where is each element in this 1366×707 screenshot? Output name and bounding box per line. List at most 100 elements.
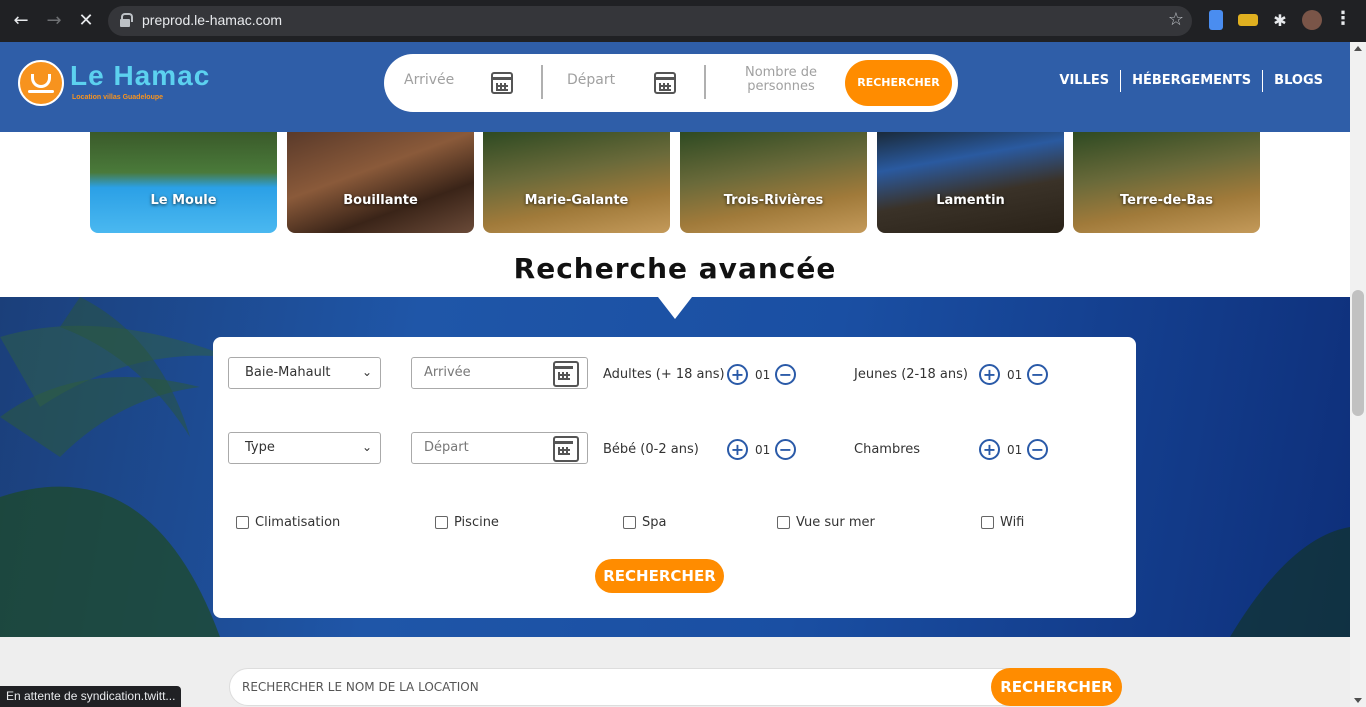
city-card-label: Le Moule [150,193,217,208]
nav-item-blogs[interactable]: BLOGS [1262,70,1350,92]
quick-persons-field[interactable]: Nombre de personnes [736,66,826,94]
forward-arrow-icon[interactable]: → [42,9,66,33]
city-cards: Le Moule Bouillante Marie-Galante Trois-… [90,132,1260,233]
name-search-button[interactable]: RECHERCHER [991,668,1122,706]
site-header: Le Hamac Location villas Guadeloupe Arri… [0,42,1350,132]
browser-status-bar: En attente de syndication.twitt... [0,686,182,707]
logo-hammock-icon[interactable] [18,60,64,106]
type-select-value: Type [245,440,275,455]
url-text[interactable]: preprod.le-hamac.com [142,12,282,28]
calendar-icon[interactable] [654,72,676,94]
amenity-label: Climatisation [255,515,341,530]
youth-label: Jeunes (2-18 ans) [854,367,968,382]
calendar-icon[interactable] [491,72,513,94]
adults-minus-button[interactable]: − [775,364,796,385]
baby-minus-button[interactable]: − [775,439,796,460]
profile-avatar[interactable] [1302,10,1322,30]
youth-minus-button[interactable]: − [1027,364,1048,385]
adults-plus-button[interactable]: + [727,364,748,385]
stop-loading-icon[interactable]: ✕ [74,9,98,33]
baby-plus-button[interactable]: + [727,439,748,460]
city-card-label: Bouillante [343,193,418,208]
departure-placeholder: Départ [424,440,469,455]
city-card-label: Lamentin [936,193,1005,208]
browser-menu-icon[interactable]: ⋮ [1334,8,1352,29]
city-card[interactable]: Terre-de-Bas [1073,132,1260,233]
extension-doc-icon[interactable] [1209,10,1223,30]
city-select[interactable]: Baie-Mahault ⌄ [228,357,381,389]
title-pointer [658,297,692,319]
logo-subtitle: Location villas Guadeloupe [72,94,164,101]
adults-count: 01 [755,368,771,382]
address-bar[interactable]: preprod.le-hamac.com ☆ [108,6,1192,36]
divider [704,65,706,99]
amenity-climatisation-checkbox[interactable]: Climatisation [236,515,340,530]
rooms-label: Chambres [854,442,921,457]
lock-icon[interactable] [120,13,133,27]
advanced-search-title: Recherche avancée [513,252,837,285]
checkbox-box[interactable] [435,516,448,529]
main-nav: VILLES HÉBERGEMENTS BLOGS [1048,70,1350,92]
nav-item-villes[interactable]: VILLES [1048,70,1120,92]
persons-label-line2: personnes [747,79,815,94]
quick-search-bar: Arrivée Départ Nombre de personnes RECHE… [384,54,958,112]
amenity-wifi-checkbox[interactable]: Wifi [981,515,1024,530]
city-card[interactable]: Le Moule [90,132,277,233]
browser-toolbar: ← → ✕ preprod.le-hamac.com ☆ ✱ ⋮ [0,0,1366,42]
quick-arrival-field[interactable]: Arrivée [404,72,454,88]
type-select[interactable]: Type ⌄ [228,432,381,464]
city-card[interactable]: Trois-Rivières [680,132,867,233]
arrival-placeholder: Arrivée [424,365,471,380]
amenity-label: Wifi [1000,515,1025,530]
rooms-plus-button[interactable]: + [979,439,1000,460]
departure-date-input[interactable]: Départ [411,432,588,464]
amenity-label: Spa [642,515,667,530]
amenity-label: Vue sur mer [796,515,875,530]
checkbox-box[interactable] [236,516,249,529]
calendar-icon[interactable] [553,436,579,462]
divider [541,65,543,99]
baby-label: Bébé (0-2 ans) [603,442,699,457]
amenity-label: Piscine [454,515,499,530]
city-card[interactable]: Marie-Galante [483,132,670,233]
checkbox-box[interactable] [777,516,790,529]
baby-count: 01 [755,443,771,457]
rooms-minus-button[interactable]: − [1027,439,1048,460]
scroll-up-icon[interactable] [1354,46,1362,51]
persons-label-line1: Nombre de [744,65,818,80]
city-card-label: Trois-Rivières [723,193,824,208]
logo-title[interactable]: Le Hamac [70,60,210,92]
adults-label: Adultes (+ 18 ans) [603,367,725,382]
checkbox-box[interactable] [981,516,994,529]
youth-count: 01 [1007,368,1023,382]
chevron-down-icon: ⌄ [361,365,372,379]
youth-plus-button[interactable]: + [979,364,1000,385]
city-card-label: Terre-de-Bas [1120,193,1213,208]
checkbox-box[interactable] [623,516,636,529]
extensions-puzzle-icon[interactable]: ✱ [1268,9,1292,33]
name-search-input[interactable]: RECHERCHER LE NOM DE LA LOCATION RECHERC… [229,668,1122,706]
amenity-vue-sur-mer-checkbox[interactable]: Vue sur mer [777,515,875,530]
scroll-down-icon[interactable] [1354,698,1362,703]
quick-search-button[interactable]: RECHERCHER [845,60,952,106]
quick-departure-field[interactable]: Départ [567,72,615,88]
name-search-section: RECHERCHER LE NOM DE LA LOCATION RECHERC… [0,637,1350,707]
nav-item-hebergements[interactable]: HÉBERGEMENTS [1120,70,1262,92]
city-card[interactable]: Lamentin [877,132,1064,233]
rooms-count: 01 [1007,443,1023,457]
arrival-date-input[interactable]: Arrivée [411,357,588,389]
city-card-label: Marie-Galante [524,193,629,208]
page-scrollbar[interactable] [1350,42,1366,707]
city-card[interactable]: Bouillante [287,132,474,233]
amenity-spa-checkbox[interactable]: Spa [623,515,666,530]
amenity-piscine-checkbox[interactable]: Piscine [435,515,499,530]
advanced-search-panel: Baie-Mahault ⌄ Type ⌄ Arrivée Départ Adu… [213,337,1136,618]
bookmark-star-icon[interactable]: ☆ [1168,9,1184,30]
calendar-icon[interactable] [553,361,579,387]
scrollbar-thumb[interactable] [1352,290,1364,416]
advanced-search-button[interactable]: RECHERCHER [595,559,724,593]
extension-folder-icon[interactable] [1238,14,1258,26]
city-select-value: Baie-Mahault [245,365,331,380]
back-arrow-icon[interactable]: ← [9,9,33,33]
chevron-down-icon: ⌄ [361,440,372,454]
